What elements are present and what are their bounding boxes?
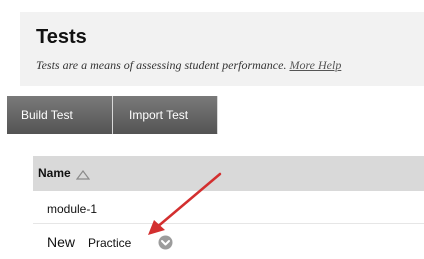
toolbar-spacer [218, 96, 424, 134]
page-title: Tests [36, 26, 87, 48]
sort-ascending-icon[interactable] [75, 167, 91, 185]
import-test-button[interactable]: Import Test [113, 96, 217, 134]
column-header-name[interactable]: Name [38, 166, 71, 180]
more-help-link[interactable]: More Help [289, 58, 341, 72]
action-toolbar: Build Test Import Test [7, 96, 424, 134]
build-test-button[interactable]: Build Test [7, 96, 112, 134]
test-item-label[interactable]: Practice [88, 236, 131, 250]
red-arrow-icon [148, 172, 222, 235]
page-description: Tests are a means of assessing student p… [36, 58, 341, 73]
page-header: Tests Tests are a means of assessing stu… [20, 12, 424, 86]
new-item-label: New [47, 234, 76, 250]
test-item-label[interactable]: module-1 [47, 202, 97, 216]
description-text: Tests are a means of assessing student p… [36, 58, 287, 72]
